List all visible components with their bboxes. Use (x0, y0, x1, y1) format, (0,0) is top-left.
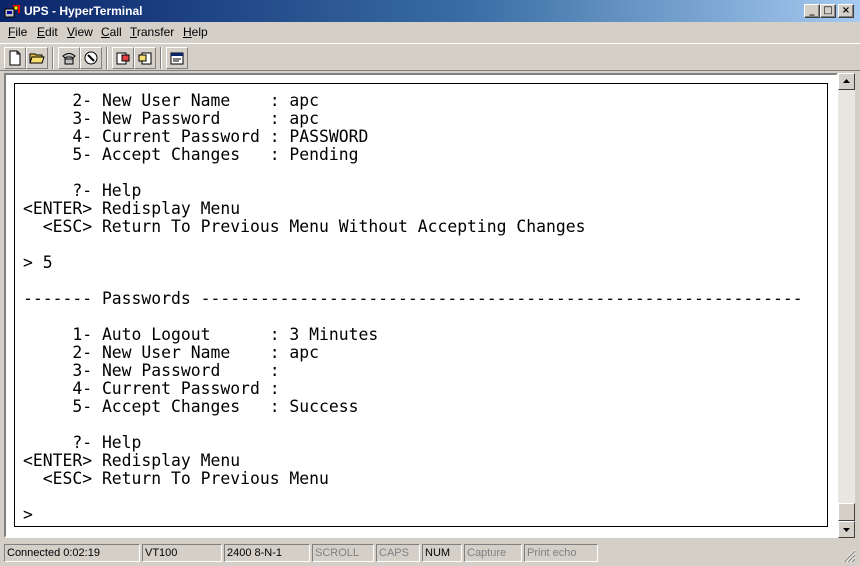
menu-file[interactable]: File (8, 25, 27, 39)
menu-call[interactable]: Call (101, 25, 122, 39)
resize-grip-icon[interactable] (842, 549, 856, 563)
open-button[interactable] (26, 47, 48, 69)
send-button[interactable] (112, 47, 134, 69)
properties-button[interactable] (166, 47, 188, 69)
status-connected: Connected 0:02:19 (4, 544, 140, 562)
receive-icon (138, 52, 152, 65)
terminal-line: 2- New User Name : apc (23, 91, 320, 110)
status-scroll: SCROLL (312, 544, 374, 562)
toolbar-separator (160, 47, 162, 69)
terminal-line: > 5 (23, 253, 53, 272)
menu-transfer[interactable]: Transfer (130, 25, 174, 39)
arrow-down-icon (843, 528, 850, 532)
terminal-line: <ESC> Return To Previous Menu (23, 469, 329, 488)
terminal-line: 2- New User Name : apc (23, 343, 320, 362)
toolbar-separator (52, 47, 54, 69)
window-title: UPS - HyperTerminal (24, 4, 143, 18)
terminal-line: <ENTER> Redisplay Menu (23, 199, 241, 218)
close-button[interactable]: × (838, 4, 854, 18)
terminal-line: 3- New Password : (23, 361, 280, 380)
terminal-line: 4- Current Password : PASSWORD (23, 127, 369, 146)
maximize-button[interactable]: □ (820, 4, 836, 18)
receive-button[interactable] (134, 47, 156, 69)
terminal-line: 5- Accept Changes : Pending (23, 145, 359, 164)
disconnect-button[interactable] (80, 47, 102, 69)
scroll-up-button[interactable] (838, 73, 855, 90)
terminal-line: 5- Accept Changes : Success (23, 397, 359, 416)
menu-bar: File Edit View Call Transfer Help (0, 22, 860, 42)
terminal-line: ------- Passwords ----------------------… (23, 289, 803, 308)
terminal-screen[interactable]: 2- New User Name : apc 3- New Password :… (14, 83, 828, 527)
menu-view[interactable]: View (67, 25, 93, 39)
terminal-line: 4- Current Password : (23, 379, 280, 398)
status-caps: CAPS (376, 544, 420, 562)
scroll-down-button[interactable] (838, 521, 855, 538)
new-connection-button[interactable] (4, 47, 26, 69)
status-emulation: VT100 (142, 544, 222, 562)
terminal-line: <ENTER> Redisplay Menu (23, 451, 241, 470)
terminal-frame: 2- New User Name : apc 3- New Password :… (4, 73, 838, 538)
toolbar (0, 43, 860, 71)
open-icon (29, 53, 45, 64)
minimize-button[interactable]: _ (804, 4, 820, 18)
properties-icon (170, 52, 184, 65)
status-print-echo: Print echo (524, 544, 598, 562)
terminal-line: ?- Help (23, 433, 142, 452)
toolbar-separator (106, 47, 108, 69)
connect-icon (62, 53, 76, 65)
menu-edit[interactable]: Edit (37, 25, 58, 39)
status-capture: Capture (464, 544, 522, 562)
status-num: NUM (422, 544, 462, 562)
scrollbar-thumb[interactable] (838, 503, 855, 521)
send-icon (116, 52, 130, 65)
terminal-line: 3- New Password : apc (23, 109, 320, 128)
hyperterminal-app-icon[interactable] (4, 3, 20, 19)
status-port-settings: 2400 8-N-1 (224, 544, 310, 562)
new-connection-icon (9, 50, 21, 66)
terminal-line: > (23, 505, 33, 524)
hyperterminal-window: UPS - HyperTerminal _ □ × File Edit View… (0, 0, 860, 566)
connect-button[interactable] (58, 47, 80, 69)
arrow-up-icon (843, 79, 850, 83)
terminal-line: <ESC> Return To Previous Menu Without Ac… (23, 217, 586, 236)
disconnect-icon (84, 51, 98, 65)
title-bar[interactable]: UPS - HyperTerminal _ □ × (0, 0, 860, 22)
status-bar: Connected 0:02:19 VT100 2400 8-N-1 SCROL… (0, 543, 860, 566)
terminal-line: ?- Help (23, 181, 142, 200)
menu-help[interactable]: Help (183, 25, 208, 39)
terminal-line: 1- Auto Logout : 3 Minutes (23, 325, 379, 344)
vertical-scrollbar[interactable] (838, 73, 855, 538)
terminal-text: 2- New User Name : apc 3- New Password :… (23, 92, 803, 524)
